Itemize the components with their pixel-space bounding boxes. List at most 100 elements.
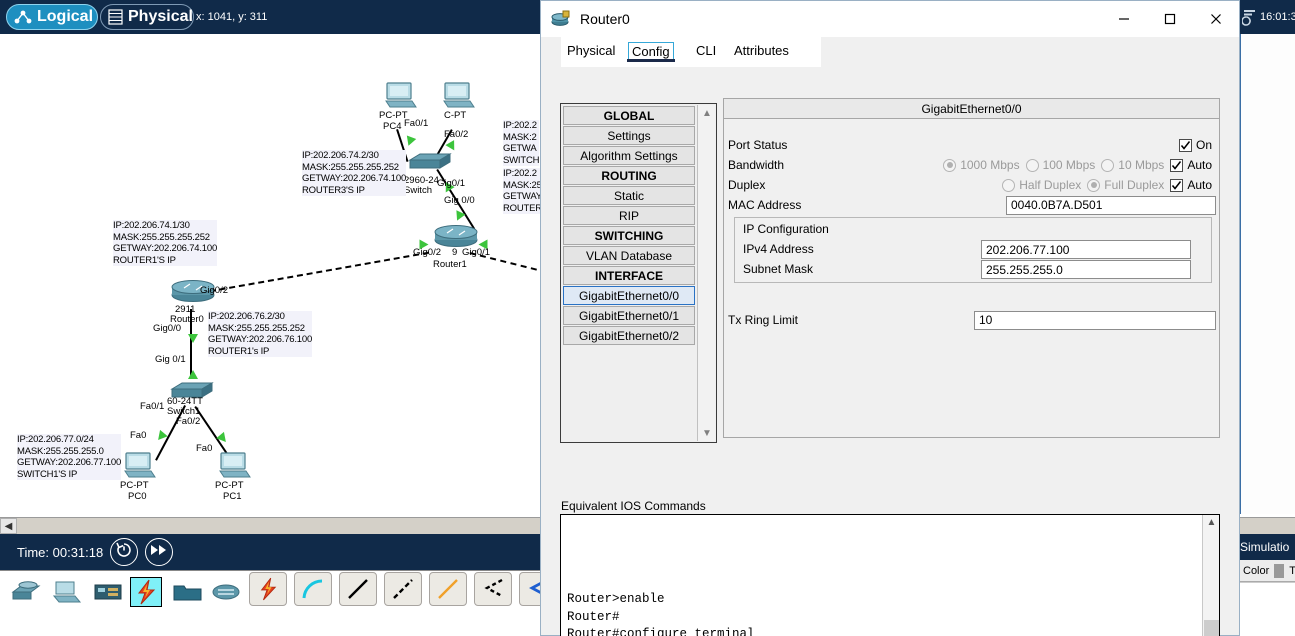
bandwidth-row: Bandwidth 1000 Mbps 100 Mbps 10 Mbps Aut… (728, 155, 1217, 175)
subnet-mask-input[interactable]: 255.255.255.0 (981, 260, 1191, 279)
device-label-pc0: PC-PT (120, 480, 149, 491)
bandwidth-auto-label: Auto (1187, 158, 1212, 172)
scroll-left-arrow-icon[interactable]: ◀ (0, 518, 17, 534)
components-icon[interactable] (92, 577, 124, 607)
port-status-checkbox[interactable] (1178, 138, 1192, 152)
device-sublabel-router1: Router1 (433, 259, 467, 270)
bandwidth-1000-label: 1000 Mbps (960, 158, 1020, 172)
port-status-row: Port Status On (728, 135, 1217, 155)
dialog-tabs: Physical Config CLI Attributes (541, 37, 1239, 67)
fast-forward-time-button[interactable] (145, 538, 173, 566)
device-sublabel-switch0: Switch (404, 185, 432, 196)
annotation-router3-ip: IP:202.206.74.2/30 MASK:255.255.255.252 … (302, 150, 407, 197)
duplex-full-radio[interactable] (1087, 178, 1101, 192)
physical-view-button[interactable]: Physical (100, 4, 194, 30)
end-devices-icon[interactable] (52, 577, 84, 607)
dialog-title: Router0 (580, 11, 630, 27)
bandwidth-controls[interactable]: 1000 Mbps 100 Mbps 10 Mbps Auto (943, 158, 1214, 172)
device-switch0[interactable] (408, 152, 452, 177)
column-divider (1274, 563, 1285, 578)
mac-address-input[interactable]: 0040.0B7A.D501 (1006, 195, 1216, 215)
dialog-titlebar[interactable]: Router0 (541, 1, 1239, 37)
sidebar-item-gigabitethernet0-2[interactable]: GigabitEthernet0/2 (563, 326, 695, 345)
port-status-label: Port Status (728, 138, 788, 152)
sidebar-item-gigabitethernet0-1[interactable]: GigabitEthernet0/1 (563, 306, 695, 325)
link-status-arrow (403, 135, 417, 148)
simulation-time-label: Time: 00:31:18 (17, 545, 104, 560)
bandwidth-auto-checkbox[interactable] (1170, 158, 1184, 172)
multiuser-connection-icon[interactable] (210, 577, 242, 607)
ios-commands-scrollbar[interactable]: ▲ ▼ (1202, 515, 1219, 636)
scroll-up-arrow-icon[interactable]: ▲ (698, 105, 716, 121)
network-devices-icon[interactable] (10, 577, 42, 607)
sidebar-header-interface: INTERFACE (563, 266, 695, 285)
fiber-cable-icon[interactable] (429, 572, 467, 606)
bandwidth-100-option[interactable]: 100 Mbps (1025, 158, 1102, 172)
duplex-full-label: Full Duplex (1104, 178, 1165, 192)
tx-ring-limit-input[interactable]: 10 (974, 310, 1216, 330)
bandwidth-10-option[interactable]: 10 Mbps (1101, 158, 1170, 172)
logical-topology-icon (14, 10, 32, 24)
port-label-sep: 9 (452, 247, 458, 258)
port-label-fa01-switch1: Fa0/1 (140, 401, 165, 412)
logical-view-button[interactable]: Logical (6, 4, 98, 30)
duplex-full-option[interactable]: Full Duplex (1087, 178, 1170, 192)
clock-text: 16:01:3 (1260, 11, 1295, 23)
bandwidth-1000-option[interactable]: 1000 Mbps (943, 158, 1025, 172)
window-controls (1101, 1, 1239, 37)
dialog-body: GLOBAL Settings Algorithm Settings ROUTI… (541, 67, 1239, 636)
scrollbar-thumb[interactable] (1204, 620, 1219, 636)
ios-commands-box[interactable]: Router>enable Router# Router#configure t… (560, 514, 1220, 636)
port-label-gig01-router0: Gig 0/1 (155, 354, 186, 365)
sidebar-item-vlan-database[interactable]: VLAN Database (563, 246, 695, 265)
simulation-column-color: Color (1243, 564, 1270, 577)
duplex-half-radio[interactable] (1002, 178, 1016, 192)
sidebar-item-rip[interactable]: RIP (563, 206, 695, 225)
tx-ring-limit-label: Tx Ring Limit (728, 313, 799, 327)
miscellaneous-icon[interactable] (172, 577, 204, 607)
ios-commands-text: Router>enable Router# Router#configure t… (567, 592, 755, 636)
device-sublabel-pc1: PC1 (223, 491, 242, 502)
minimize-button[interactable] (1101, 1, 1147, 37)
device-sublabel-pc4: PC4 (383, 121, 402, 132)
config-category-list: GLOBAL Settings Algorithm Settings ROUTI… (563, 106, 695, 346)
bandwidth-1000-radio[interactable] (943, 158, 957, 172)
tab-attributes[interactable]: Attributes (731, 42, 792, 59)
port-label-fa0-pc0: Fa0 (130, 430, 147, 441)
duplex-half-option[interactable]: Half Duplex (1002, 178, 1087, 192)
annotation-switch-ip-clipped: IP:202.2 MASK:2 GETWA SWITCH (503, 120, 540, 167)
ipv4-address-label: IPv4 Address (743, 242, 814, 256)
bandwidth-10-radio[interactable] (1101, 158, 1115, 172)
copper-straight-through-icon[interactable] (339, 572, 377, 606)
sidebar-item-static[interactable]: Static (563, 186, 695, 205)
bandwidth-100-radio[interactable] (1025, 158, 1039, 172)
scroll-down-arrow-icon[interactable]: ▼ (698, 425, 716, 441)
scroll-up-arrow-icon[interactable]: ▲ (1203, 515, 1220, 530)
power-cycle-devices-button[interactable] (110, 538, 138, 566)
tab-cli[interactable]: CLI (693, 42, 719, 59)
close-button[interactable] (1193, 1, 1239, 37)
sidebar-item-algorithm-settings[interactable]: Algorithm Settings (563, 146, 695, 165)
copper-cross-over-icon[interactable] (384, 572, 422, 606)
duplex-auto-checkbox[interactable] (1170, 178, 1184, 192)
physical-rack-icon (108, 9, 123, 25)
port-label-gig00-router0: Gig0/0 (153, 323, 181, 334)
config-category-sidebar: GLOBAL Settings Algorithm Settings ROUTI… (560, 103, 717, 443)
sidebar-item-settings[interactable]: Settings (563, 126, 695, 145)
clock-icon (1241, 8, 1258, 29)
console-cable-icon[interactable] (294, 572, 332, 606)
port-status-control[interactable]: On (1178, 138, 1214, 152)
duplex-controls[interactable]: Half Duplex Full Duplex Auto (1002, 178, 1214, 192)
connections-icon[interactable] (130, 577, 162, 607)
sidebar-scrollbar[interactable]: ▲ ▼ (697, 105, 715, 441)
annotation-router-ip-clipped: IP:202.2 MASK:25 GETWAY ROUTER (503, 168, 542, 215)
fast-forward-time-icon (150, 543, 168, 562)
automatically-choose-connection-icon[interactable] (249, 572, 287, 606)
phone-cable-icon[interactable] (474, 572, 512, 606)
ipv4-address-input[interactable]: 202.206.77.100 (981, 240, 1191, 259)
subnet-mask-label: Subnet Mask (743, 262, 814, 276)
sidebar-item-gigabitethernet0-0[interactable]: GigabitEthernet0/0 (563, 286, 695, 305)
tab-physical[interactable]: Physical (564, 42, 618, 59)
link-status-arrow (445, 140, 459, 153)
maximize-button[interactable] (1147, 1, 1193, 37)
